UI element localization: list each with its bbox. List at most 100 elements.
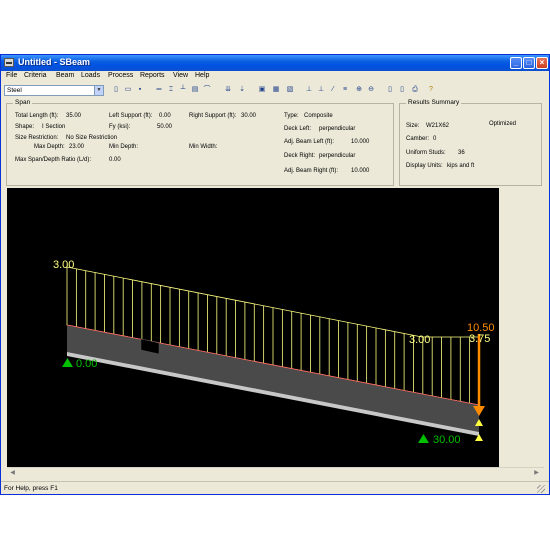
menu-bar: File Criteria Beam Loads Process Reports… bbox=[1, 71, 549, 83]
horizontal-scrollbar[interactable]: ◀ ▶ bbox=[7, 467, 544, 478]
size-restriction-value: No Size Restriction bbox=[66, 135, 118, 141]
zoom-out-icon[interactable]: ⊖ bbox=[366, 85, 376, 95]
beam-view[interactable]: 3.00 3.00 10.50 3.75 0.00 30.00 bbox=[7, 188, 499, 467]
result-size-value: W21X62 bbox=[426, 123, 450, 129]
max-depth-value: 23.00 bbox=[69, 144, 85, 150]
print-icon[interactable]: ⎙ bbox=[410, 85, 420, 95]
load-right-label: 3.00 bbox=[409, 334, 430, 346]
shape-label: Shape: bbox=[15, 124, 35, 130]
max-depth-label: Max Depth: bbox=[34, 144, 65, 150]
open-folder-icon[interactable]: ▭ bbox=[123, 85, 133, 95]
menu-view[interactable]: View bbox=[173, 72, 188, 79]
result-status: Optimized bbox=[489, 121, 517, 127]
left-support-value: 0.00 bbox=[159, 113, 171, 119]
fy-label: Fy (ksi): bbox=[109, 124, 131, 130]
zoom-in-icon[interactable]: ⊕ bbox=[354, 85, 364, 95]
right-support-icon bbox=[418, 434, 429, 443]
menu-beam[interactable]: Beam bbox=[56, 72, 74, 79]
left-support-icon bbox=[62, 358, 73, 367]
units-label: Display Units: bbox=[406, 163, 443, 169]
max-span-depth-value: 0.00 bbox=[109, 157, 121, 163]
view-plan-icon[interactable]: ▦ bbox=[271, 85, 281, 95]
camber-value: 0 bbox=[433, 136, 437, 142]
window-title: Untitled - SBeam bbox=[18, 57, 91, 67]
view-3d-icon[interactable]: ▧ bbox=[285, 85, 295, 95]
right-support-label: 30.00 bbox=[433, 434, 461, 446]
min-width-label: Min Width: bbox=[189, 144, 218, 150]
min-depth-label: Min Depth: bbox=[109, 144, 139, 150]
stud-icon[interactable]: ┴ bbox=[178, 85, 188, 95]
studs-label: Uniform Studs: bbox=[406, 150, 446, 156]
deck-left-label: Deck Left: bbox=[284, 126, 312, 132]
toolbar: Steel ▼ ▯ ▭ ▪ ═ ⌶ ┴ ▤ ⌒ ⇊ ⇣ ▣ ▦ ▧ ⊥ ⊥ ⁄ … bbox=[1, 84, 549, 97]
help-icon[interactable]: ? bbox=[426, 85, 436, 95]
left-support-label: Left Support (ft): bbox=[109, 113, 153, 119]
minimize-button[interactable]: _ bbox=[510, 57, 522, 69]
span-title: Span bbox=[13, 99, 33, 106]
deck-right-value: perpendicular bbox=[319, 153, 356, 159]
view-elevation-icon[interactable]: ▣ bbox=[257, 85, 267, 95]
size-restriction-label: Size Restriction: bbox=[15, 135, 59, 141]
menu-reports[interactable]: Reports bbox=[140, 72, 165, 79]
camber-icon[interactable]: ⌒ bbox=[202, 85, 212, 95]
save-icon[interactable]: ▪ bbox=[135, 85, 145, 95]
max-span-depth-label: Max Span/Depth Ratio (L/d): bbox=[15, 157, 92, 163]
camber-label: Camber: bbox=[406, 136, 430, 142]
deck-left-value: perpendicular bbox=[319, 126, 356, 132]
chevron-down-icon[interactable]: ▼ bbox=[94, 86, 103, 95]
close-button[interactable]: × bbox=[536, 57, 548, 69]
total-length-label: Total Length (ft): bbox=[15, 113, 59, 119]
status-bar: For Help, press F1 bbox=[1, 481, 549, 494]
result-size-label: Size: bbox=[406, 123, 420, 129]
app-icon bbox=[4, 58, 14, 67]
right-support-label: Right Support (ft): bbox=[189, 113, 237, 119]
deck-icon[interactable]: ▤ bbox=[190, 85, 200, 95]
beam-model-svg: 3.00 3.00 10.50 3.75 0.00 30.00 bbox=[53, 259, 495, 446]
point-load-ext-label: 3.75 bbox=[469, 333, 490, 345]
menu-loads[interactable]: Loads bbox=[81, 72, 100, 79]
material-value: Steel bbox=[7, 87, 22, 94]
scroll-right-icon[interactable]: ▶ bbox=[532, 469, 541, 478]
beam-icon[interactable]: ═ bbox=[154, 85, 164, 95]
units-value: kips and ft bbox=[447, 163, 475, 169]
new-file-icon[interactable]: ▯ bbox=[111, 85, 121, 95]
material-select[interactable]: Steel ▼ bbox=[4, 85, 104, 96]
menu-process[interactable]: Process bbox=[108, 72, 133, 79]
menu-criteria[interactable]: Criteria bbox=[24, 72, 47, 79]
report-icon[interactable]: ▯ bbox=[385, 85, 395, 95]
load-left-label: 3.00 bbox=[53, 259, 74, 271]
vertical-gutter bbox=[499, 188, 541, 467]
results-title: Results Summary bbox=[406, 99, 462, 106]
diagram-alt-icon[interactable]: ⊥ bbox=[316, 85, 326, 95]
adj-beam-right-label: Adj. Beam Right (ft): bbox=[284, 168, 339, 174]
line-load-icon[interactable]: ⁄ bbox=[328, 85, 338, 95]
studs-value: 36 bbox=[458, 150, 465, 156]
section-icon[interactable]: ⌶ bbox=[166, 85, 176, 95]
adj-beam-right-value: 10.000 bbox=[351, 168, 370, 174]
title-bar[interactable]: Untitled - SBeam _ □ × bbox=[1, 55, 549, 71]
diagram-icon[interactable]: ⊥ bbox=[304, 85, 314, 95]
point-load-icon[interactable]: ≡ bbox=[340, 85, 350, 95]
scroll-left-icon[interactable]: ◀ bbox=[8, 469, 17, 478]
app-window: Untitled - SBeam _ □ × File Criteria Bea… bbox=[0, 54, 550, 495]
info-panel: Span Total Length (ft): 35.00 Left Suppo… bbox=[1, 98, 549, 188]
status-text: For Help, press F1 bbox=[4, 485, 58, 492]
adj-beam-left-label: Adj. Beam Left (ft): bbox=[284, 139, 335, 145]
type-label: Type: bbox=[284, 113, 299, 119]
maximize-button[interactable]: □ bbox=[523, 57, 535, 69]
right-support-value: 30.00 bbox=[241, 113, 257, 119]
shape-value: I Section bbox=[42, 124, 66, 130]
load-alt-icon[interactable]: ⇣ bbox=[237, 85, 247, 95]
menu-file[interactable]: File bbox=[6, 72, 17, 79]
load-icon[interactable]: ⇊ bbox=[223, 85, 233, 95]
menu-help[interactable]: Help bbox=[195, 72, 209, 79]
point-load-arrow bbox=[473, 334, 485, 416]
results-group: Results Summary bbox=[399, 99, 542, 186]
deck-right-label: Deck Right: bbox=[284, 153, 316, 159]
total-length-value: 35.00 bbox=[66, 113, 82, 119]
fy-value: 50.00 bbox=[157, 124, 173, 130]
resize-grip-icon[interactable] bbox=[537, 485, 545, 493]
left-support-label: 0.00 bbox=[76, 358, 97, 370]
report-detail-icon[interactable]: ▯ bbox=[397, 85, 407, 95]
type-value: Composite bbox=[304, 113, 333, 119]
